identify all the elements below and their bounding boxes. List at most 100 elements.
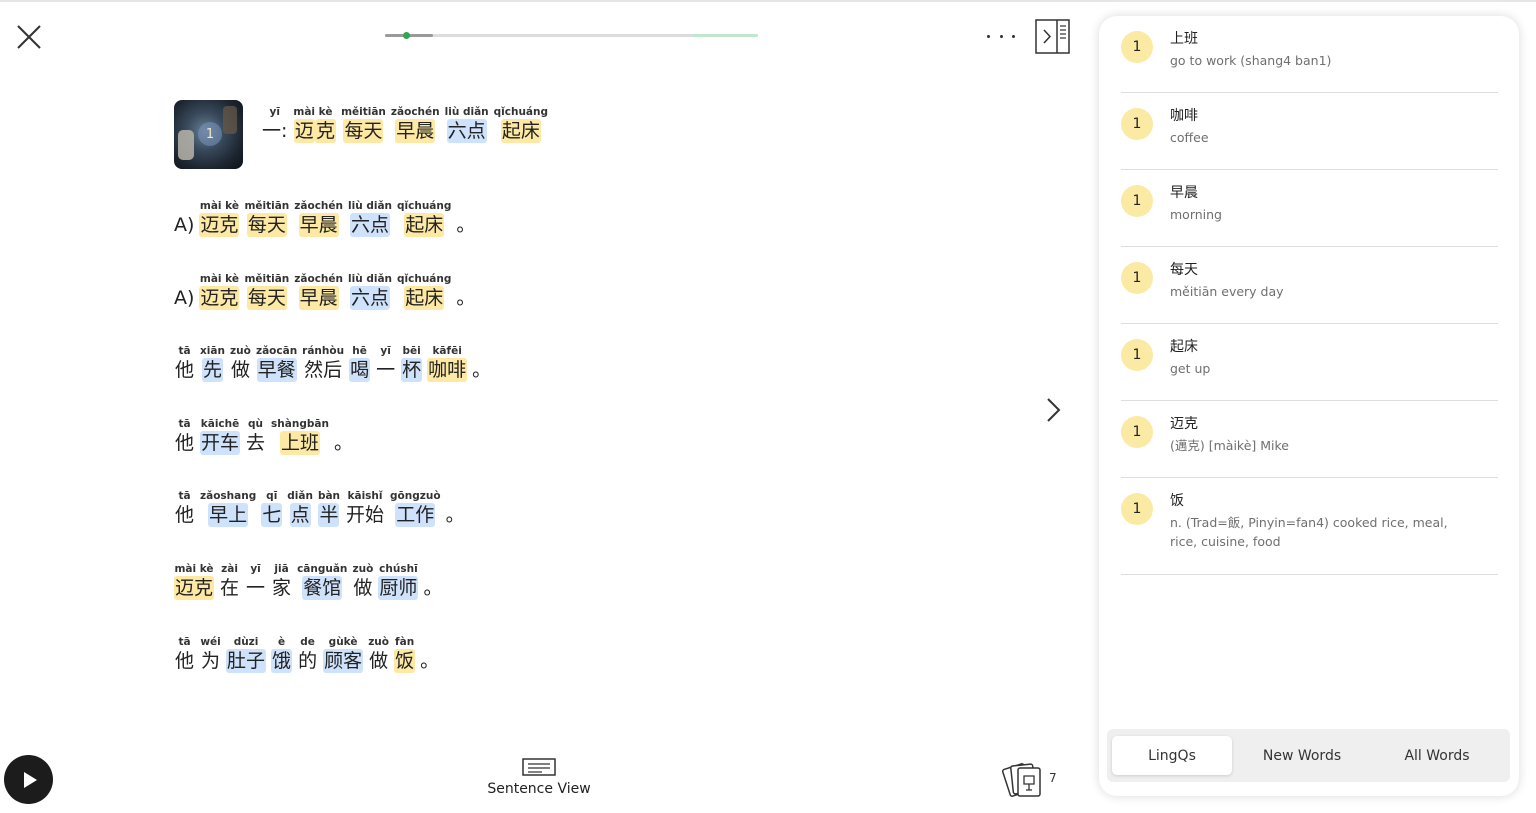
- word-token[interactable]: jiā 家: [271, 562, 292, 600]
- lingq-word-token[interactable]: mài 迈: [293, 105, 315, 143]
- lingq-word-token[interactable]: měitiān 每天: [341, 105, 386, 143]
- new-word-token[interactable]: dùzi 肚子: [226, 635, 267, 673]
- word-token[interactable]: tā 他: [174, 489, 195, 527]
- word-token[interactable]: tā 他: [174, 344, 195, 382]
- new-word-token[interactable]: cānguǎn 餐馆: [297, 562, 347, 600]
- next-page-button[interactable]: [1042, 396, 1064, 424]
- tab-all-words[interactable]: All Words: [1372, 736, 1502, 775]
- word-token[interactable]: zài 在: [219, 562, 240, 600]
- new-word-token[interactable]: bàn 半: [318, 489, 340, 528]
- word-token[interactable]: zuò 做: [230, 344, 251, 382]
- word-token[interactable]: zuò 做: [352, 562, 374, 600]
- word-token[interactable]: tā 他: [174, 417, 195, 455]
- hanzi-text: 。: [456, 286, 476, 309]
- pinyin-label: zǎocān: [255, 345, 298, 358]
- hanzi-text: 喝: [349, 358, 371, 383]
- lingq-status-badge[interactable]: 1: [1121, 416, 1153, 448]
- sentence-view-button[interactable]: Sentence View: [482, 758, 596, 800]
- lingq-status-badge[interactable]: 1: [1121, 262, 1153, 294]
- word-token[interactable]: wéi 为: [200, 635, 221, 673]
- pinyin-label: zuò: [368, 635, 389, 648]
- word-token[interactable]: kāishǐ 开始: [345, 489, 385, 527]
- new-word-token[interactable]: hē 喝: [349, 344, 371, 383]
- lingq-item[interactable]: 1 起床 get up: [1121, 324, 1498, 401]
- pinyin-label: qǐchuáng: [493, 106, 549, 118]
- lesson-thumbnail[interactable]: 1: [174, 100, 243, 169]
- new-word-token[interactable]: liù diǎn 六点: [348, 272, 392, 310]
- word-token[interactable]: yī 一: [245, 562, 266, 600]
- pinyin-label: qǐchuáng: [397, 272, 452, 285]
- pinyin-label: cānguǎn: [297, 562, 348, 575]
- lingq-word-token[interactable]: měitiān 每天: [244, 272, 289, 310]
- new-word-token[interactable]: liù diǎn 六点: [348, 199, 392, 237]
- lingq-status-badge[interactable]: 1: [1121, 108, 1153, 140]
- lingq-word-token[interactable]: zǎochén 早晨: [391, 105, 440, 143]
- hanzi-text: 他: [175, 431, 195, 454]
- lingq-item[interactable]: 1 饭 n. (Trad=飯, Pinyin=fan4) cooked rice, …: [1121, 478, 1498, 575]
- new-word-token[interactable]: diǎn 点: [287, 489, 313, 528]
- lingq-item[interactable]: 1 早晨 morning: [1121, 170, 1498, 247]
- hanzi-text: 厨师: [378, 575, 419, 600]
- lingq-word-token[interactable]: mài kè 迈克: [199, 199, 240, 237]
- lingq-item[interactable]: 1 每天 měitiān every day: [1121, 247, 1498, 324]
- lingq-word-token[interactable]: kāfēi 咖啡: [427, 344, 468, 383]
- new-word-token[interactable]: gōngzuò 工作: [390, 489, 441, 528]
- pinyin-label: xiān: [200, 345, 225, 358]
- hanzi-text: 早晨: [395, 119, 436, 143]
- toggle-sidebar-button[interactable]: [1035, 19, 1070, 54]
- lingq-word-token[interactable]: shàngbān 上班: [271, 417, 329, 455]
- word-token[interactable]: qù 去: [245, 417, 266, 455]
- lingq-item[interactable]: 1 咖啡 coffee: [1121, 93, 1498, 170]
- new-word-token[interactable]: zǎocān 早餐: [255, 344, 298, 383]
- lingq-word-token[interactable]: měitiān 每天: [244, 199, 289, 237]
- word-token[interactable]: yī 一:: [261, 105, 288, 143]
- new-word-token[interactable]: gùkè 顾客: [323, 635, 364, 673]
- lingq-word-token[interactable]: zǎochén 早晨: [294, 272, 343, 310]
- new-word-token[interactable]: è饿: [271, 635, 293, 673]
- word-token[interactable]: ránhòu 然后: [302, 344, 344, 382]
- lesson-progress-bar[interactable]: [385, 32, 758, 39]
- word-token[interactable]: yī 一: [375, 344, 396, 382]
- new-word-token[interactable]: kāichē 开车: [200, 417, 241, 455]
- pinyin-label: jiā: [274, 562, 289, 575]
- new-word-token[interactable]: xiān 先: [200, 344, 225, 383]
- flashcards-button[interactable]: 7: [1001, 760, 1060, 800]
- lingq-word-token[interactable]: qǐchuáng 起床: [494, 105, 548, 143]
- pinyin-label: gùkè: [328, 635, 358, 648]
- tab-new-words[interactable]: New Words: [1234, 736, 1370, 775]
- lingq-word-token[interactable]: qǐchuáng 起床: [397, 199, 451, 237]
- lingq-word-token[interactable]: qǐchuáng 起床: [397, 272, 451, 310]
- lingq-meaning: n. (Trad=飯, Pinyin=fan4) cooked rice, me…: [1170, 515, 1448, 549]
- lingq-word-token[interactable]: kè 克: [315, 105, 337, 143]
- hanzi-text: 。: [333, 431, 353, 454]
- word-token[interactable]: tā 他: [174, 635, 195, 673]
- hanzi-text: A): [174, 214, 195, 236]
- lingq-term: 咖啡: [1170, 108, 1198, 124]
- pinyin-label: wéi: [200, 635, 221, 648]
- new-word-token[interactable]: liù diǎn 六点: [445, 105, 489, 143]
- lingq-item[interactable]: 1 迈克 (邁克) [màikè] Mike: [1121, 401, 1498, 478]
- lingq-word-token[interactable]: mài kè 迈克: [174, 562, 215, 600]
- lingq-word-token[interactable]: zǎochén 早晨: [294, 199, 343, 237]
- tab-lingqs[interactable]: LingQs: [1112, 736, 1232, 775]
- hanzi-text: 迈克: [199, 213, 240, 237]
- new-word-token[interactable]: chúshī 厨师: [378, 562, 419, 600]
- sentence-row: tā 他 zǎoshang 早上 qī 七 diǎn 点 bàn 半 kāishǐ 开始 gōngzuò…: [174, 480, 994, 528]
- word-token[interactable]: de 的: [297, 635, 318, 673]
- new-word-token[interactable]: qī 七: [261, 489, 283, 528]
- lingq-status-badge[interactable]: 1: [1121, 185, 1153, 217]
- play-audio-button[interactable]: [4, 755, 53, 804]
- new-word-token[interactable]: bēi 杯: [401, 344, 423, 383]
- lingq-status-badge[interactable]: 1: [1121, 31, 1153, 63]
- new-word-token[interactable]: zǎoshang 早上: [200, 489, 256, 528]
- lingq-status-badge[interactable]: 1: [1121, 493, 1153, 525]
- lingq-word-token[interactable]: mài kè 迈克: [199, 272, 240, 310]
- hanzi-text: 克: [315, 119, 337, 143]
- word-token[interactable]: zuò 做: [368, 635, 389, 673]
- more-options-button[interactable]: [984, 24, 1018, 48]
- lingq-word-token[interactable]: fàn 饭: [394, 635, 416, 673]
- sentence-row: tā 他 xiān 先 zuò 做 zǎocān 早餐 ránhòu 然后 hē 喝 yī 一 bēi 杯 kā…: [174, 335, 994, 383]
- lingq-item[interactable]: 1 上班 go to work (shang4 ban1): [1121, 16, 1498, 93]
- close-button[interactable]: [14, 22, 44, 52]
- lingq-status-badge[interactable]: 1: [1121, 339, 1153, 371]
